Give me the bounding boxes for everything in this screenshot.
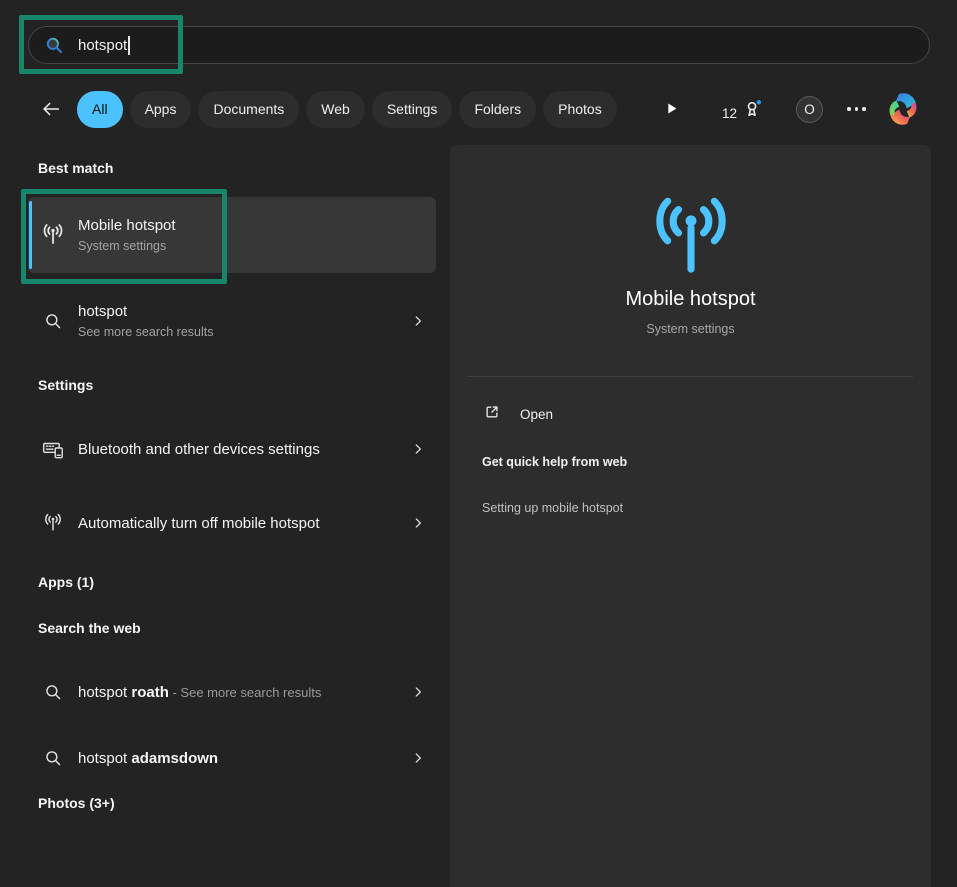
tab-web[interactable]: Web <box>306 91 365 128</box>
tab-all-label: All <box>92 101 108 117</box>
result-title: Bluetooth and other devices settings <box>78 437 328 462</box>
rewards-badge[interactable]: 12 <box>722 99 765 127</box>
search-result-icon <box>28 683 78 702</box>
hotspot-icon <box>28 512 78 534</box>
search-result-icon <box>28 749 78 768</box>
details-subtitle: System settings <box>450 322 931 336</box>
tab-all[interactable]: All <box>77 91 123 128</box>
tab-settings-label: Settings <box>387 101 438 117</box>
result-web-adamsdown[interactable]: hotspot adamsdown <box>28 738 436 778</box>
tab-web-label: Web <box>321 101 350 117</box>
quick-help-link[interactable]: Setting up mobile hotspot <box>482 501 623 515</box>
search-the-web-header: Search the web <box>38 620 141 636</box>
chevron-right-icon <box>400 516 436 530</box>
tab-photos[interactable]: Photos <box>543 91 617 128</box>
tab-apps-label: Apps <box>145 101 177 117</box>
result-subtitle: System settings <box>78 238 436 255</box>
web-query-suffix: - See more search results <box>169 685 321 700</box>
selection-accent-bar <box>29 201 32 269</box>
text-cursor <box>128 36 130 55</box>
result-subtitle: See more search results <box>78 324 400 341</box>
result-auto-turn-off-hotspot[interactable]: Automatically turn off mobile hotspot <box>28 488 436 558</box>
web-query-text: hotspot <box>78 750 131 767</box>
tab-documents-label: Documents <box>213 101 284 117</box>
result-bluetooth-settings[interactable]: Bluetooth and other devices settings <box>28 414 436 484</box>
open-label: Open <box>520 407 553 422</box>
tab-apps[interactable]: Apps <box>130 91 192 128</box>
filter-tabs-viewport: All Apps Documents Web Settings Folders … <box>77 90 643 128</box>
tab-photos-label: Photos <box>558 101 602 117</box>
copilot-icon[interactable] <box>886 92 920 126</box>
photos-header: Photos (3+) <box>38 795 115 811</box>
web-query-text: hotspot <box>78 684 131 701</box>
account-avatar[interactable]: O <box>796 96 823 123</box>
search-icon <box>45 36 64 55</box>
tab-documents[interactable]: Documents <box>198 91 299 128</box>
search-query-text: hotspot <box>78 37 127 54</box>
devices-icon <box>28 437 78 461</box>
more-filters-icon[interactable] <box>663 100 680 117</box>
open-external-icon <box>483 403 501 426</box>
rewards-medal-icon <box>742 99 765 127</box>
result-title: Mobile hotspot <box>78 216 436 236</box>
open-action[interactable]: Open <box>483 403 553 426</box>
result-title: hotspot <box>78 302 400 322</box>
tab-settings[interactable]: Settings <box>372 91 453 128</box>
result-best-match[interactable]: Mobile hotspot System settings <box>28 197 436 273</box>
quick-help-header: Get quick help from web <box>482 455 627 469</box>
avatar-initial: O <box>804 102 815 117</box>
result-see-more[interactable]: hotspot See more search results <box>28 290 436 352</box>
result-web-roath[interactable]: hotspot roath - See more search results <box>28 656 436 728</box>
web-query-bold: adamsdown <box>131 750 218 767</box>
result-title: Automatically turn off mobile hotspot <box>78 511 328 536</box>
details-title: Mobile hotspot <box>450 288 931 311</box>
best-match-header: Best match <box>38 160 113 176</box>
settings-header: Settings <box>38 377 93 393</box>
tab-folders[interactable]: Folders <box>459 91 536 128</box>
divider <box>468 376 913 377</box>
windows-search-flyout: hotspot All Apps Documents Web Settings … <box>0 0 957 887</box>
tab-folders-label: Folders <box>474 101 521 117</box>
details-card: Mobile hotspot System settings Open Get … <box>450 145 931 887</box>
web-query-bold: roath <box>131 684 169 701</box>
more-options-icon[interactable] <box>847 107 866 111</box>
search-result-icon <box>28 312 78 331</box>
hotspot-icon <box>28 222 78 248</box>
back-button[interactable] <box>40 98 62 120</box>
chevron-right-icon <box>400 314 436 328</box>
chevron-right-icon <box>400 685 436 699</box>
chevron-right-icon <box>400 751 436 765</box>
mobile-hotspot-icon-large <box>450 191 931 279</box>
rewards-count: 12 <box>722 106 737 121</box>
chevron-right-icon <box>400 442 436 456</box>
apps-header: Apps (1) <box>38 574 94 590</box>
filter-bar: All Apps Documents Web Settings Folders … <box>0 90 957 128</box>
search-input[interactable]: hotspot <box>28 26 930 64</box>
